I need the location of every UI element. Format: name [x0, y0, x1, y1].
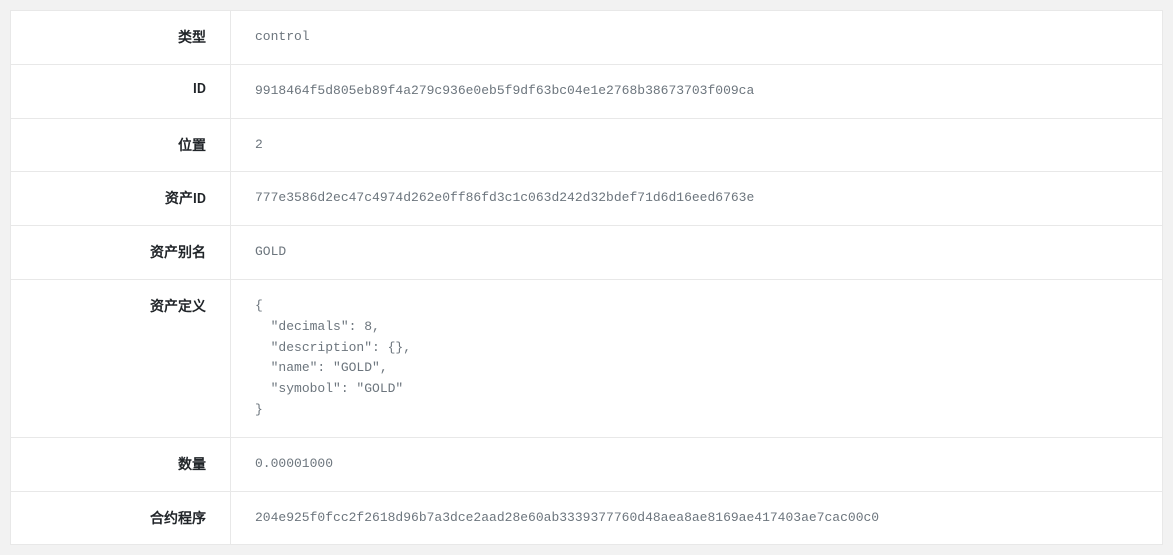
table-row: ID 9918464f5d805eb89f4a279c936e0eb5f9df6…	[10, 64, 1163, 118]
row-value-contract-program: 204e925f0fcc2f2618d96b7a3dce2aad28e60ab3…	[231, 492, 1162, 545]
row-label-asset-definition: 资产定义	[11, 280, 231, 437]
row-label-amount: 数量	[11, 438, 231, 491]
table-row: 类型 control	[10, 10, 1163, 64]
table-row: 数量 0.00001000	[10, 437, 1163, 491]
row-label-position: 位置	[11, 119, 231, 172]
row-value-position: 2	[231, 119, 1162, 172]
table-row: 位置 2	[10, 118, 1163, 172]
table-row: 资产定义 { "decimals": 8, "description": {},…	[10, 279, 1163, 437]
table-row: 合约程序 204e925f0fcc2f2618d96b7a3dce2aad28e…	[10, 491, 1163, 546]
row-label-contract-program: 合约程序	[11, 492, 231, 545]
table-row: 资产ID 777e3586d2ec47c4974d262e0ff86fd3c1c…	[10, 171, 1163, 225]
row-value-id: 9918464f5d805eb89f4a279c936e0eb5f9df63bc…	[231, 65, 1162, 118]
row-value-asset-definition: { "decimals": 8, "description": {}, "nam…	[231, 280, 1162, 437]
table-row: 资产别名 GOLD	[10, 225, 1163, 279]
row-label-asset-alias: 资产别名	[11, 226, 231, 279]
row-value-amount: 0.00001000	[231, 438, 1162, 491]
row-value-asset-id: 777e3586d2ec47c4974d262e0ff86fd3c1c063d2…	[231, 172, 1162, 225]
row-label-type: 类型	[11, 11, 231, 64]
row-value-type: control	[231, 11, 1162, 64]
details-table: 类型 control ID 9918464f5d805eb89f4a279c93…	[10, 10, 1163, 545]
row-label-id: ID	[11, 65, 231, 118]
row-label-asset-id: 资产ID	[11, 172, 231, 225]
row-value-asset-alias: GOLD	[231, 226, 1162, 279]
